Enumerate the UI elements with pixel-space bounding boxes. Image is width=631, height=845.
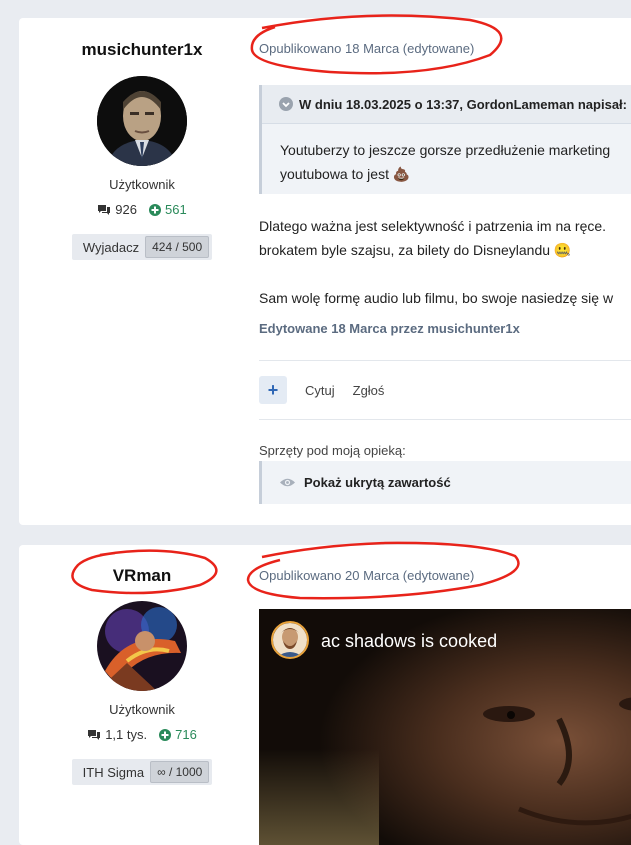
post-card: VRman Użytkownik 1,1 tys. 716 ITH Sigma … <box>19 545 631 845</box>
rank-title: Wyjadacz <box>82 239 140 255</box>
eye-icon <box>280 478 295 487</box>
posts-count-value: 1,1 tys. <box>105 727 148 742</box>
reaction-button[interactable]: + <box>259 376 287 404</box>
author-role: Użytkownik <box>109 702 175 717</box>
quote-line: youtubowa to jest 💩 <box>280 166 411 182</box>
spoiler-toggle-label: Pokaż ukrytą zawartość <box>304 475 451 490</box>
avatar-image <box>97 601 187 691</box>
avatar[interactable] <box>97 76 187 166</box>
avatar[interactable] <box>97 601 187 691</box>
post-card: musichunter1x Użytkownik 926 561 Wyjadac… <box>19 18 631 525</box>
quote-text: Youtuberzy to jeszcze gorsze przedłużeni… <box>262 124 631 186</box>
post-actions: + Cytuj Zgłoś <box>259 376 384 404</box>
reputation: 716 <box>159 727 197 742</box>
post-author: musichunter1x Użytkownik 926 561 Wyjadac… <box>19 18 265 260</box>
posts-count: 926 <box>97 202 137 217</box>
reputation-value: 716 <box>175 727 197 742</box>
rank-value: 424 / 500 <box>145 236 210 258</box>
channel-avatar[interactable] <box>271 621 309 659</box>
quote-citation: W dniu 18.03.2025 o 13:37, GordonLameman… <box>299 96 627 112</box>
author-stats: 1,1 tys. 716 <box>19 727 265 742</box>
author-username[interactable]: VRman <box>19 566 265 586</box>
quote-block: W dniu 18.03.2025 o 13:37, GordonLameman… <box>259 85 631 194</box>
edited-note: Edytowane 18 Marca przez musichunter1x <box>259 321 520 336</box>
body-line: Dlatego ważna jest selektywność i patrze… <box>259 218 607 234</box>
comments-icon <box>98 204 111 215</box>
spoiler-block[interactable]: Pokaż ukrytą zawartość <box>259 461 631 504</box>
plus-circle-icon <box>159 728 172 741</box>
embedded-video[interactable]: ac shadows is cooked <box>259 609 631 845</box>
rank-value: ∞ / 1000 <box>150 761 210 783</box>
post-body: Dlatego ważna jest selektywność i patrze… <box>259 214 613 310</box>
reputation: 561 <box>149 202 187 217</box>
posts-count: 1,1 tys. <box>87 727 147 742</box>
signature-label: Sprzęty pod moją opieką: <box>259 443 406 458</box>
author-username[interactable]: musichunter1x <box>19 40 265 60</box>
post-date[interactable]: Opublikowano 18 Marca (edytowane) <box>259 41 474 56</box>
divider <box>259 360 631 361</box>
video-title[interactable]: ac shadows is cooked <box>321 631 497 652</box>
quote-line: Youtuberzy to jeszcze gorsze przedłużeni… <box>280 142 611 158</box>
plus-circle-icon <box>149 203 161 216</box>
divider <box>259 419 631 420</box>
reputation-value: 561 <box>165 202 187 217</box>
report-button[interactable]: Zgłoś <box>353 383 385 398</box>
chevron-circle-icon[interactable] <box>279 97 293 111</box>
post-date[interactable]: Opublikowano 20 Marca (edytowane) <box>259 568 474 583</box>
body-line: brokatem byle szajsu, za bilety do Disne… <box>259 242 572 258</box>
comments-icon <box>88 729 101 740</box>
rank-title: ITH Sigma <box>82 764 145 780</box>
posts-count-value: 926 <box>115 202 137 217</box>
rank-badge: ITH Sigma ∞ / 1000 <box>71 759 213 785</box>
quote-header: W dniu 18.03.2025 o 13:37, GordonLameman… <box>262 85 631 124</box>
avatar-image <box>97 76 187 166</box>
body-line: Sam wolę formę audio lub filmu, bo swoje… <box>259 290 614 306</box>
author-role: Użytkownik <box>109 177 175 192</box>
post-author: VRman Użytkownik 1,1 tys. 716 ITH Sigma … <box>19 545 265 785</box>
channel-avatar-image <box>273 623 307 657</box>
rank-badge: Wyjadacz 424 / 500 <box>71 234 213 260</box>
quote-button[interactable]: Cytuj <box>305 383 335 398</box>
author-stats: 926 561 <box>19 202 265 217</box>
